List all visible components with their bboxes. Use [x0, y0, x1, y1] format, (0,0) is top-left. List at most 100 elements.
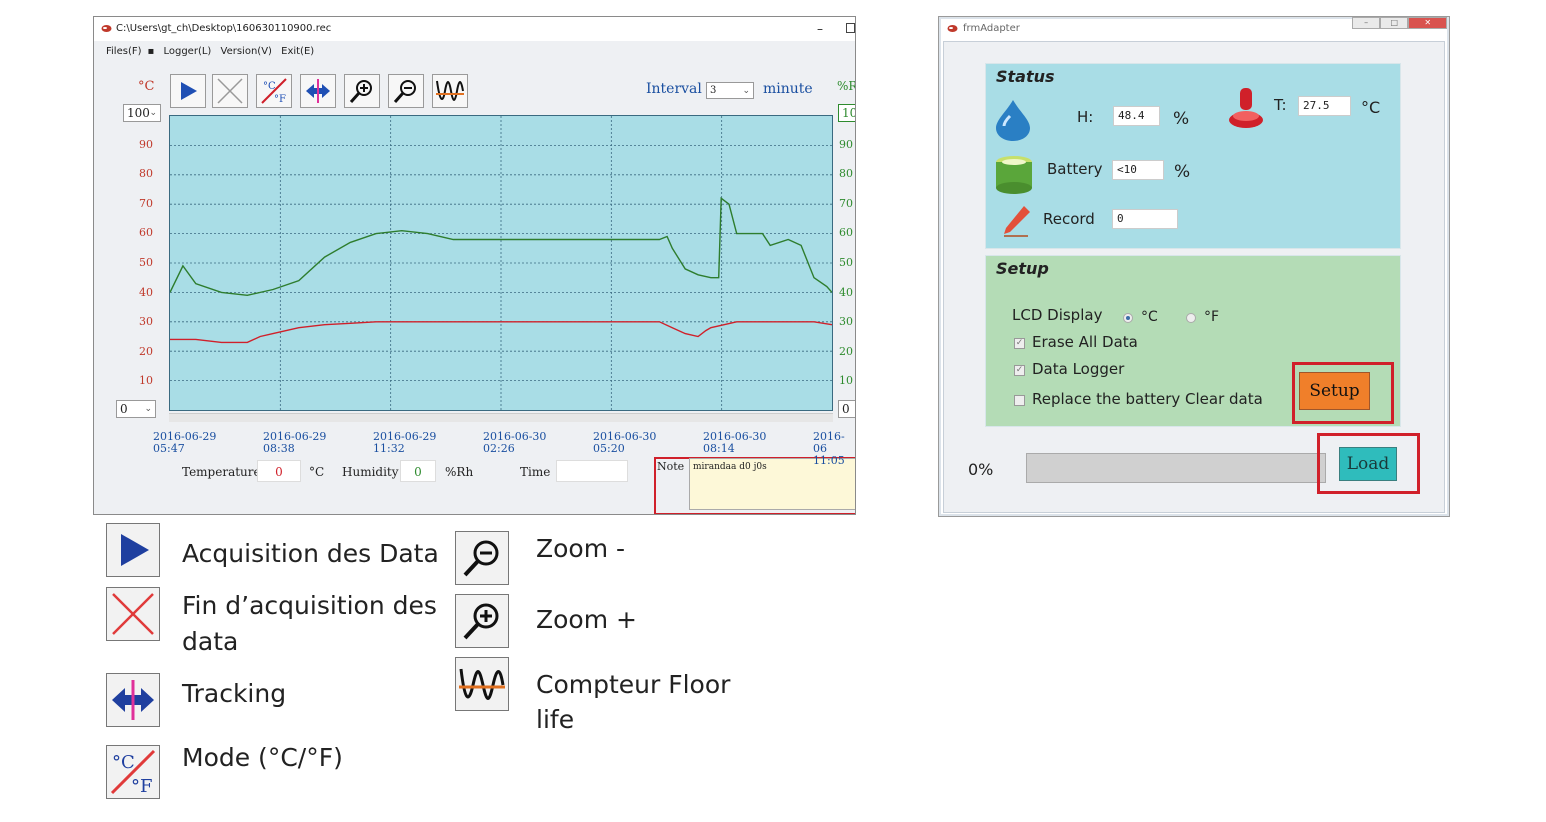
lcd-celsius-radio[interactable] — [1123, 313, 1133, 323]
menu-exit[interactable]: Exit(E) — [281, 46, 314, 57]
ymax-right-select[interactable]: 100 — [838, 104, 855, 122]
load-button[interactable]: Load — [1339, 447, 1397, 481]
logger-title: C:\Users\gt_ch\Desktop\160630110900.rec — [116, 23, 332, 34]
minimize-button[interactable]: – — [1352, 17, 1381, 29]
replace-battery-checkbox[interactable] — [1014, 395, 1025, 406]
x-tick-label: 2016-06-29 08:38 — [263, 431, 326, 455]
water-drop-icon — [996, 100, 1030, 141]
x-tick-label: 2016-06-30 05:20 — [593, 431, 656, 455]
maximize-button[interactable] — [846, 23, 855, 33]
y-tick-label-left: 50 — [139, 256, 153, 269]
legend-stop-icon-box — [106, 587, 160, 641]
unit-mode-button[interactable]: °C °F — [256, 74, 292, 108]
legend-fin-text-line1: Fin d’acquisition des — [182, 591, 437, 620]
play-icon — [121, 534, 149, 566]
chevron-down-icon: ⌄ — [149, 108, 157, 118]
legend-zoom-out-text: Zoom - — [536, 534, 626, 563]
humidity-label: Humidity — [342, 465, 399, 479]
legend-fin-text-line2: data — [182, 627, 239, 656]
battery-unit: % — [1174, 162, 1191, 182]
adapter-titlebar: frmAdapter – □ ✕ — [939, 17, 1449, 41]
unit-rh-label: %R — [837, 79, 856, 93]
logger-titlebar: C:\Users\gt_ch\Desktop\160630110900.rec … — [94, 17, 855, 41]
note-label: Note — [657, 460, 685, 473]
setup-title: Setup — [996, 259, 1049, 278]
close-button[interactable]: ✕ — [1408, 17, 1447, 29]
progress-label: 0% — [968, 460, 994, 479]
t-field: 27.5 — [1298, 96, 1351, 116]
chart-svg — [169, 116, 833, 410]
y-tick-label-left: 40 — [139, 285, 153, 299]
time-field — [556, 460, 628, 482]
h-unit: % — [1173, 109, 1190, 129]
tracking-button[interactable] — [300, 74, 336, 108]
lcd-display-label: LCD Display — [1012, 306, 1103, 324]
ymin-left-select[interactable]: 0 ⌄ — [116, 400, 156, 418]
ymax-right-value: 100 — [842, 106, 855, 120]
ymax-left-value: 100 — [127, 106, 150, 120]
erase-all-checkbox[interactable]: ✓ — [1014, 338, 1025, 349]
maximize-button[interactable]: □ — [1380, 17, 1409, 29]
logger-window: C:\Users\gt_ch\Desktop\160630110900.rec … — [93, 16, 856, 515]
x-tick-time: 11:32 — [373, 442, 405, 455]
floor-life-icon — [459, 668, 505, 700]
ymin-right-value: 0 — [842, 402, 850, 416]
humidity-field: 0 — [400, 460, 436, 482]
ymax-left-select[interactable]: 100 ⌄ — [123, 104, 161, 122]
zoom-in-icon — [463, 603, 499, 640]
zoom-out-icon — [393, 80, 416, 103]
zoom-in-button[interactable] — [344, 74, 380, 108]
x-tick-time: 05:20 — [593, 442, 625, 455]
y-tick-label-right: 20 — [839, 344, 853, 358]
record-field: 0 — [1112, 209, 1178, 229]
ymin-right-select[interactable]: 0 — [838, 400, 855, 418]
stop-acquisition-button[interactable] — [212, 74, 248, 108]
legend-tracking-icon-box — [106, 673, 160, 727]
x-tick-time: 11:05 — [813, 454, 845, 467]
chart-scrollbar[interactable] — [169, 413, 833, 422]
chevron-down-icon: ⌄ — [144, 404, 152, 414]
menu-version[interactable]: Version(V) — [221, 46, 272, 57]
unit-toggle-icon: °C °F — [110, 749, 156, 796]
legend-floor-life-text-line2: life — [536, 705, 575, 734]
tracking-icon — [112, 680, 154, 720]
legend-floor-life-icon-box — [455, 657, 509, 711]
x-tick-label: 2016-06 11:05 — [813, 431, 855, 467]
y-tick-label-right: 70 — [839, 196, 853, 210]
adapter-title: frmAdapter — [963, 23, 1020, 34]
h-field: 48.4 — [1113, 106, 1160, 126]
menu-files[interactable]: Files(F) — [106, 46, 142, 57]
y-tick-label-left: 70 — [139, 196, 153, 210]
lcd-fahrenheit-radio[interactable] — [1186, 313, 1196, 323]
x-tick-label: 2016-06-29 05:47 — [153, 431, 216, 455]
floor-life-icon — [436, 80, 464, 101]
app-logo-icon — [101, 25, 112, 32]
minute-label: minute — [763, 81, 813, 97]
stop-icon — [217, 78, 243, 104]
y-tick-label-right: 60 — [839, 226, 853, 240]
interval-value: 3 — [710, 85, 717, 96]
t-label: T: — [1274, 96, 1287, 114]
status-title: Status — [996, 67, 1055, 86]
y-tick-label-right: 50 — [839, 256, 853, 269]
play-icon — [181, 82, 197, 100]
x-tick-label: 2016-06-30 02:26 — [483, 431, 546, 455]
x-tick-time: 08:38 — [263, 442, 295, 455]
data-logger-checkbox[interactable]: ✓ — [1014, 365, 1025, 376]
interval-select[interactable]: 3 ⌄ — [706, 82, 754, 99]
floor-life-button[interactable] — [432, 74, 468, 108]
y-tick-label-right: 10 — [839, 374, 853, 388]
time-label: Time — [520, 465, 551, 479]
minimize-button[interactable]: – — [817, 17, 823, 41]
acquisition-button[interactable] — [170, 74, 206, 108]
battery-field: <10 — [1112, 160, 1164, 180]
setup-button[interactable]: Setup — [1299, 372, 1370, 410]
menu-logger[interactable]: Logger(L) — [163, 46, 211, 57]
legend-zoom-out-icon-box — [455, 531, 509, 585]
temperature-label: Temperature — [182, 465, 261, 479]
y-tick-label-right: 30 — [839, 315, 853, 329]
temperature-field: 0 — [257, 460, 301, 482]
zoom-out-button[interactable] — [388, 74, 424, 108]
legend-zoom-in-text: Zoom + — [536, 605, 637, 634]
zoom-in-icon — [349, 80, 372, 103]
